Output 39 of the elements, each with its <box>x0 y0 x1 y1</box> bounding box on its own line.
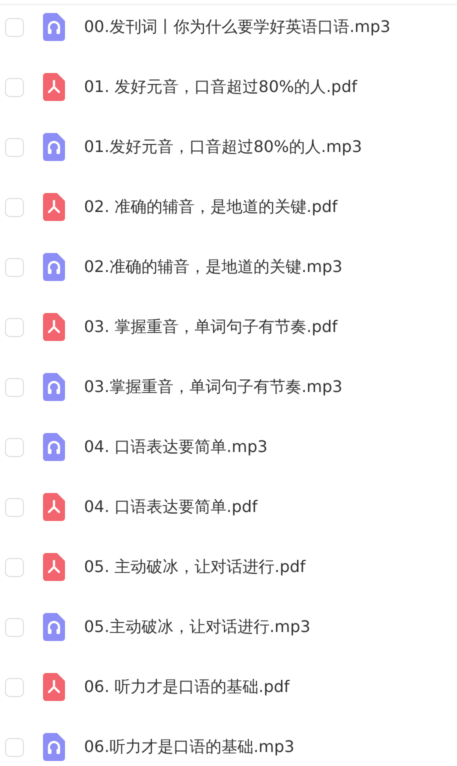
file-name[interactable]: 04. 口语表达要简单.pdf <box>84 496 258 518</box>
pdf-file-icon <box>43 673 65 701</box>
headphones-file-icon <box>43 373 65 401</box>
checkbox[interactable] <box>5 618 24 636</box>
file-name[interactable]: 05. 主动破冰，让对话进行.pdf <box>84 556 306 578</box>
headphones-file-icon <box>43 733 65 761</box>
pdf-file-icon <box>43 313 65 341</box>
pdf-file-icon <box>43 73 65 101</box>
file-name[interactable]: 05.主动破冰，让对话进行.mp3 <box>84 616 310 638</box>
headphones-file-icon <box>43 613 65 641</box>
checkbox[interactable] <box>5 198 24 216</box>
pdf-file-icon <box>43 493 65 521</box>
checkbox[interactable] <box>5 378 24 396</box>
headphones-file-icon <box>43 13 65 41</box>
headphones-file-icon <box>43 433 65 461</box>
checkbox[interactable] <box>5 78 24 96</box>
file-name[interactable]: 06.听力才是口语的基础.mp3 <box>84 736 294 758</box>
checkbox[interactable] <box>5 258 24 276</box>
checkbox[interactable] <box>5 438 24 456</box>
file-name[interactable]: 00.发刊词丨你为什么要学好英语口语.mp3 <box>84 16 390 38</box>
file-name[interactable]: 03.掌握重音，单词句子有节奏.mp3 <box>84 376 342 398</box>
file-name[interactable]: 04. 口语表达要简单.mp3 <box>84 436 268 458</box>
pdf-file-icon <box>43 553 65 581</box>
file-name[interactable]: 06. 听力才是口语的基础.pdf <box>84 676 290 698</box>
file-name[interactable]: 01. 发好元音，口音超过80%的人.pdf <box>84 76 358 98</box>
checkbox[interactable] <box>5 18 24 36</box>
checkbox[interactable] <box>5 558 24 576</box>
file-name[interactable]: 01.发好元音，口音超过80%的人.mp3 <box>84 136 362 158</box>
checkbox[interactable] <box>5 498 24 516</box>
checkbox[interactable] <box>5 138 24 156</box>
headphones-file-icon <box>43 133 65 161</box>
pdf-file-icon <box>43 193 65 221</box>
file-name[interactable]: 02.准确的辅音，是地道的关键.mp3 <box>84 256 342 278</box>
checkbox[interactable] <box>5 738 24 756</box>
checkbox[interactable] <box>5 678 24 696</box>
checkbox[interactable] <box>5 318 24 336</box>
file-name[interactable]: 02. 准确的辅音，是地道的关键.pdf <box>84 196 338 218</box>
headphones-file-icon <box>43 253 65 281</box>
file-name[interactable]: 03. 掌握重音，单词句子有节奏.pdf <box>84 316 338 338</box>
